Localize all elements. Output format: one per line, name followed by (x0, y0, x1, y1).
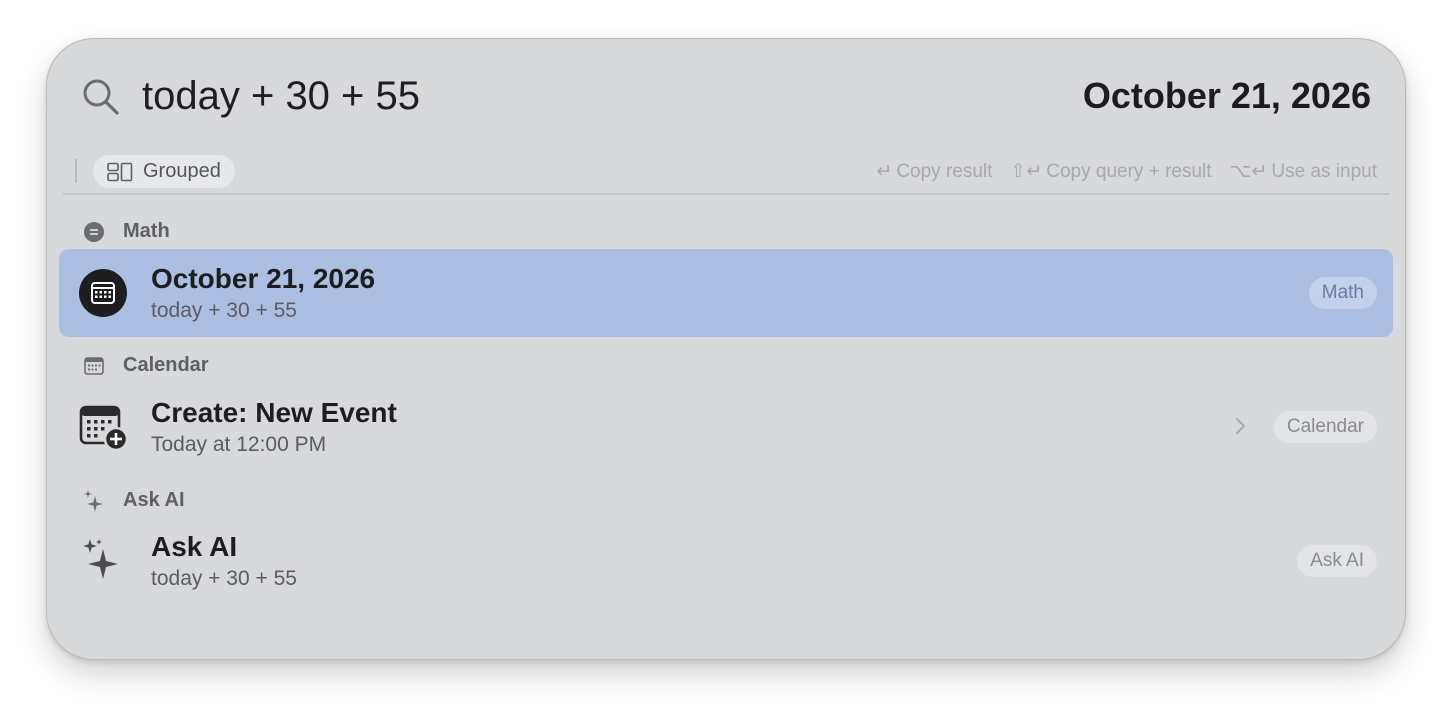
section-title: Calendar (123, 354, 209, 376)
calendar-add-icon (79, 405, 127, 451)
section-title: Math (123, 220, 170, 242)
result-title: October 21, 2026 (151, 263, 376, 294)
toolbar-divider-line (63, 193, 1389, 195)
grouped-label: Grouped (143, 160, 221, 182)
option-return-key-icon: ⌥↵ (1229, 161, 1268, 182)
search-input[interactable]: today + 30 + 55 (142, 71, 420, 121)
section-header-math: Math (83, 220, 170, 243)
toolbar-divider (75, 159, 77, 183)
shortcut-use-as-input[interactable]: ⌥↵ Use as input (1230, 160, 1377, 183)
grouped-layout-icon (107, 162, 133, 181)
shortcut-copy-query-result[interactable]: ⇧↵ Copy query + result (1010, 160, 1211, 183)
section-title: Ask AI (123, 488, 185, 511)
grouped-toggle-button[interactable]: Grouped (93, 155, 235, 188)
chevron-right-icon[interactable] (1235, 415, 1247, 437)
result-category-badge: Calendar (1273, 411, 1377, 443)
result-row-ask-ai[interactable]: Ask AI today + 30 + 55 Ask AI (59, 517, 1393, 605)
result-subtitle: today + 30 + 55 (151, 567, 297, 590)
result-subtitle: today + 30 + 55 (151, 299, 297, 322)
result-preview: October 21, 2026 (1082, 75, 1371, 116)
result-title: Create: New Event (151, 397, 397, 428)
sparkles-icon (83, 539, 118, 579)
sparkles-icon (84, 490, 103, 512)
equals-circle-icon (84, 221, 104, 242)
search-icon (83, 79, 119, 115)
shortcut-copy-result[interactable]: ↵ Copy result (876, 160, 992, 183)
result-category-badge: Ask AI (1297, 545, 1377, 577)
result-row-calendar[interactable]: Create: New Event Today at 12:00 PM Cale… (59, 383, 1393, 471)
calendar-grid-icon (79, 269, 127, 317)
shift-return-key-icon: ⇧↵ (1010, 161, 1043, 182)
return-key-icon: ↵ (876, 161, 893, 182)
result-row-math[interactable]: October 21, 2026 today + 30 + 55 Math (59, 249, 1393, 337)
shortcut-hints: ↵ Copy result ⇧↵ Copy query + result ⌥↵ Use… (876, 160, 1377, 183)
section-header-ask-ai: Ask AI (83, 488, 185, 512)
section-header-calendar: Calendar (83, 354, 209, 377)
result-subtitle: Today at 12:00 PM (151, 433, 327, 456)
launcher-panel: today + 30 + 55 October 21, 2026 Grouped… (46, 38, 1406, 660)
result-category-badge: Math (1308, 277, 1377, 309)
result-title: Ask AI (151, 531, 238, 562)
calendar-icon (84, 356, 104, 375)
